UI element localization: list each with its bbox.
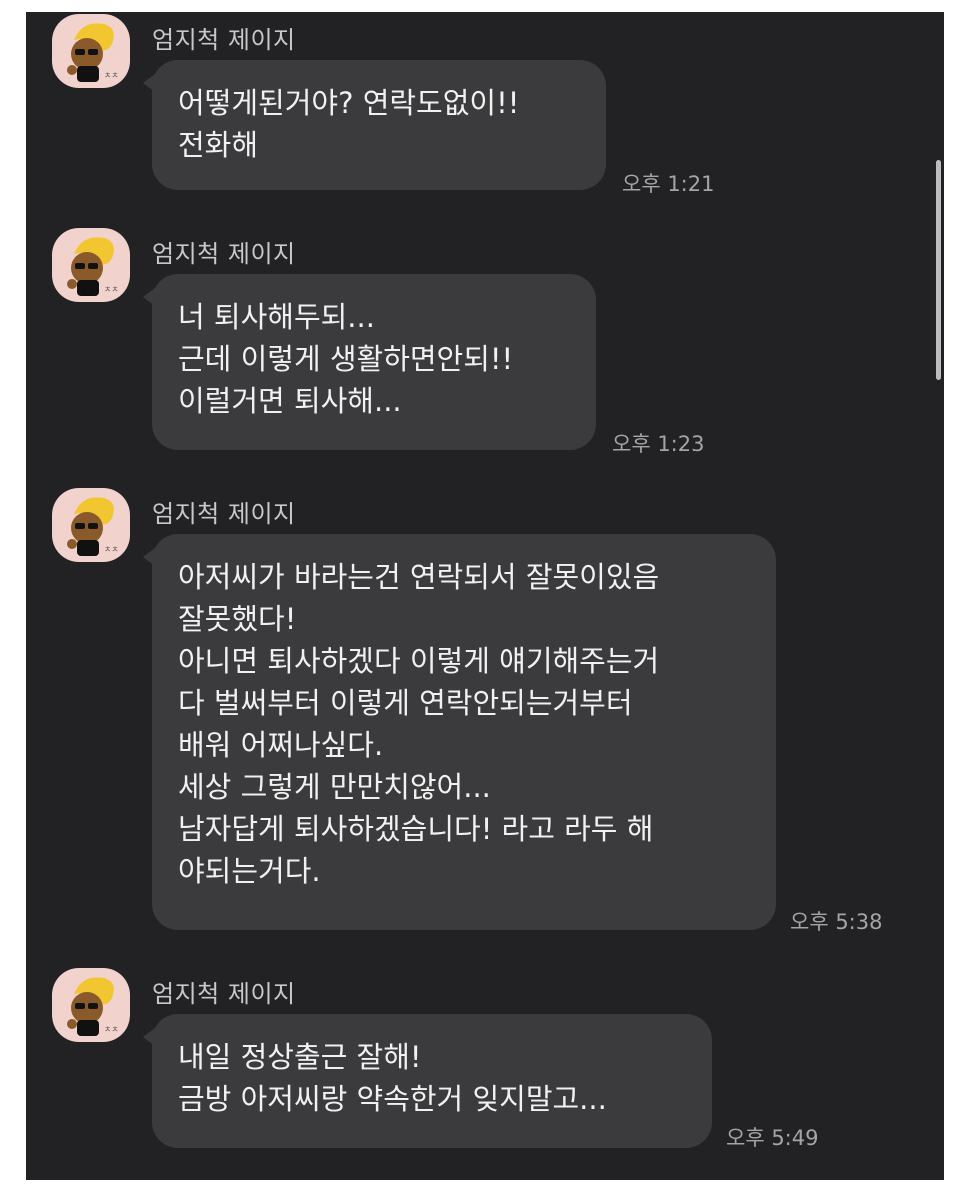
ryan-sunglasses-avatar-icon: ㅊㅊ: [67, 23, 119, 82]
message-text: 전화해: [178, 128, 259, 162]
ryan-sunglasses-avatar-icon: ㅊㅊ: [67, 237, 119, 296]
avatar[interactable]: ㅊㅊ: [52, 968, 130, 1042]
message-text: 어떻게된거야? 연락도없이!!: [178, 86, 520, 120]
message-text: 너 퇴사해두되...: [178, 300, 375, 334]
chat-screen: ㅊㅊ 엄지척 제이지 어떻게된거야? 연락도없이!! 전화해 오후 1:21 ㅊ…: [26, 12, 944, 1180]
message-text: 근데 이렇게 생활하면안되!!: [178, 342, 514, 376]
message-bubble[interactable]: 너 퇴사해두되... 근데 이렇게 생활하면안되!! 이럴거면 퇴사해...: [143, 274, 596, 450]
avatar[interactable]: ㅊㅊ: [52, 488, 130, 562]
message-text: 배워 어쩌나싶다.: [178, 728, 384, 762]
message-text: 아저씨가 바라는건 연락되서 잘못이있음: [178, 560, 660, 594]
avatar[interactable]: ㅊㅊ: [52, 14, 130, 88]
message-time: 오후 1:23: [612, 432, 705, 456]
message-bubble[interactable]: 아저씨가 바라는건 연락되서 잘못이있음 잘못했다! 아니면 퇴사하겠다 이렇게…: [143, 534, 776, 930]
ryan-sunglasses-avatar-icon: ㅊㅊ: [67, 497, 119, 556]
message-text: 이럴거면 퇴사해...: [178, 384, 402, 418]
svg-text:ㅊㅊ: ㅊㅊ: [104, 1025, 119, 1034]
sender-name: 엄지척 제이지: [152, 500, 296, 528]
message-bubble[interactable]: 내일 정상출근 잘해! 금방 아저씨랑 약속한거 잊지말고...: [143, 1014, 712, 1148]
ryan-sunglasses-avatar-icon: ㅊㅊ: [67, 977, 119, 1036]
message-text: 다 벌써부터 이렇게 연락안되는거부터: [178, 686, 633, 720]
message-text: 내일 정상출근 잘해!: [178, 1040, 422, 1074]
message-text: 남자답게 퇴사하겠습니다! 라고 라두 해: [178, 812, 654, 846]
message-time: 오후 5:38: [790, 910, 883, 934]
message-text: 금방 아저씨랑 약속한거 잊지말고...: [178, 1082, 607, 1116]
message-text: 잘못했다!: [178, 602, 297, 636]
message-time: 오후 1:21: [622, 172, 715, 196]
sender-name: 엄지척 제이지: [152, 240, 296, 268]
message-text: 아니면 퇴사하겠다 이렇게 얘기해주는거: [178, 644, 660, 678]
message-bubble[interactable]: 어떻게된거야? 연락도없이!! 전화해: [143, 60, 606, 190]
sender-name: 엄지척 제이지: [152, 26, 296, 54]
avatar[interactable]: ㅊㅊ: [52, 228, 130, 302]
sender-name: 엄지척 제이지: [152, 980, 296, 1008]
svg-text:ㅊㅊ: ㅊㅊ: [104, 71, 119, 80]
message-text: 야되는거다.: [178, 854, 321, 888]
message-time: 오후 5:49: [726, 1126, 819, 1150]
message-text: 세상 그렇게 만만치않어...: [178, 770, 491, 804]
svg-text:ㅊㅊ: ㅊㅊ: [104, 545, 119, 554]
svg-text:ㅊㅊ: ㅊㅊ: [104, 285, 119, 294]
scrollbar[interactable]: [936, 160, 941, 380]
